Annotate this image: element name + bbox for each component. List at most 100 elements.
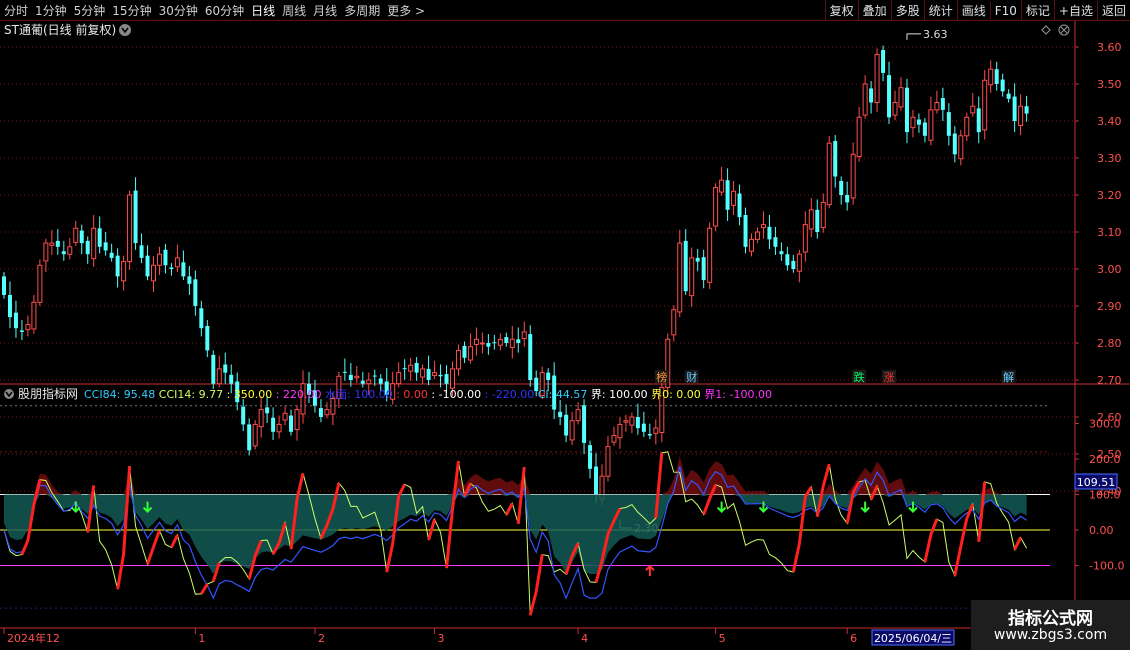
candlesticks[interactable] bbox=[2, 45, 1029, 506]
candle-body[interactable] bbox=[193, 279, 198, 306]
candle-body[interactable] bbox=[808, 209, 814, 230]
candle-body[interactable] bbox=[199, 308, 204, 329]
candle-body[interactable] bbox=[641, 423, 646, 432]
candle-body[interactable] bbox=[169, 267, 174, 269]
candle-body[interactable] bbox=[420, 368, 426, 378]
candle-body[interactable] bbox=[324, 409, 330, 416]
candle-body[interactable] bbox=[874, 53, 880, 103]
candle-body[interactable] bbox=[133, 190, 138, 244]
candle-body[interactable] bbox=[725, 180, 730, 210]
candle-body[interactable] bbox=[408, 364, 414, 372]
candle-body[interactable] bbox=[55, 240, 60, 247]
candle-body[interactable] bbox=[564, 414, 569, 436]
candle-body[interactable] bbox=[569, 420, 575, 441]
candle-body[interactable] bbox=[354, 375, 360, 379]
candle-body[interactable] bbox=[605, 446, 611, 477]
candle-body[interactable] bbox=[839, 180, 844, 195]
candle-body[interactable] bbox=[241, 406, 246, 425]
candle-body[interactable] bbox=[13, 312, 18, 329]
candle-body[interactable] bbox=[19, 330, 24, 332]
candle-body[interactable] bbox=[276, 423, 282, 433]
candle-body[interactable] bbox=[504, 337, 509, 343]
candle-body[interactable] bbox=[982, 79, 988, 131]
stock-chart[interactable]: 3.60 3.50 3.40 3.30 3.20 3.10 3.00 2.90 2.80 2.70… bbox=[0, 0, 1130, 650]
candle-body[interactable] bbox=[994, 69, 999, 84]
candle-body[interactable] bbox=[360, 380, 365, 384]
candle-body[interactable] bbox=[910, 116, 916, 129]
candle-body[interactable] bbox=[826, 142, 832, 206]
candle-body[interactable] bbox=[850, 153, 856, 199]
candle-body[interactable] bbox=[528, 334, 533, 380]
candle-body[interactable] bbox=[121, 261, 127, 282]
candle-body[interactable] bbox=[2, 276, 6, 295]
candle-body[interactable] bbox=[31, 301, 37, 330]
candle-body[interactable] bbox=[462, 345, 467, 358]
candle-body[interactable] bbox=[282, 412, 288, 421]
candle-body[interactable] bbox=[558, 411, 563, 417]
candle-body[interactable] bbox=[892, 102, 898, 116]
candle-body[interactable] bbox=[294, 409, 300, 431]
candle-body[interactable] bbox=[348, 374, 353, 380]
candle-body[interactable] bbox=[163, 249, 168, 266]
candle-body[interactable] bbox=[976, 108, 981, 133]
candle-body[interactable] bbox=[695, 257, 700, 262]
candle-body[interactable] bbox=[779, 251, 784, 255]
candle-body[interactable] bbox=[79, 230, 84, 244]
candle-body[interactable] bbox=[229, 374, 234, 384]
candle-body[interactable] bbox=[940, 98, 945, 110]
candle-body[interactable] bbox=[91, 227, 97, 260]
candle-body[interactable] bbox=[833, 140, 838, 177]
candle-body[interactable] bbox=[187, 276, 192, 284]
candle-body[interactable] bbox=[731, 190, 737, 206]
candle-body[interactable] bbox=[869, 88, 874, 103]
candle-body[interactable] bbox=[856, 116, 862, 158]
candle-body[interactable] bbox=[156, 253, 162, 266]
candle-body[interactable] bbox=[139, 245, 144, 258]
candle-body[interactable] bbox=[946, 112, 951, 136]
candle-body[interactable] bbox=[677, 242, 683, 313]
candle-body[interactable] bbox=[67, 246, 73, 255]
candle-body[interactable] bbox=[492, 342, 497, 344]
diamond-icon[interactable] bbox=[1041, 25, 1051, 35]
candle-body[interactable] bbox=[43, 242, 49, 262]
candle-body[interactable] bbox=[174, 257, 180, 268]
candle-body[interactable] bbox=[635, 417, 640, 429]
candle-body[interactable] bbox=[934, 102, 940, 111]
candle-body[interactable] bbox=[211, 354, 216, 384]
candle-body[interactable] bbox=[247, 424, 252, 451]
candle-body[interactable] bbox=[455, 349, 461, 370]
candle-body[interactable] bbox=[181, 262, 186, 277]
candle-body[interactable] bbox=[928, 109, 934, 141]
candle-body[interactable] bbox=[1024, 106, 1029, 114]
candle-body[interactable] bbox=[486, 343, 491, 347]
candle-body[interactable] bbox=[7, 294, 12, 318]
candle-body[interactable] bbox=[444, 374, 449, 384]
candle-body[interactable] bbox=[1018, 105, 1024, 126]
candle-body[interactable] bbox=[516, 339, 521, 343]
event-tag[interactable]: 榜 bbox=[656, 370, 667, 384]
candle-body[interactable] bbox=[289, 415, 294, 432]
indicator-dropdown-icon[interactable] bbox=[4, 389, 14, 399]
candle-body[interactable] bbox=[701, 257, 706, 281]
candle-body[interactable] bbox=[671, 309, 677, 336]
event-tag[interactable]: 财 bbox=[686, 370, 697, 384]
candle-body[interactable] bbox=[450, 368, 455, 389]
candle-body[interactable] bbox=[252, 423, 258, 447]
candle-body[interactable] bbox=[546, 372, 551, 380]
candle-body[interactable] bbox=[958, 135, 964, 160]
candle-body[interactable] bbox=[258, 409, 264, 428]
candle-body[interactable] bbox=[922, 122, 927, 136]
candle-body[interactable] bbox=[575, 409, 581, 422]
candle-body[interactable] bbox=[25, 324, 31, 331]
candle-body[interactable] bbox=[881, 49, 886, 73]
candle-body[interactable] bbox=[862, 83, 868, 116]
candle-body[interactable] bbox=[582, 405, 587, 443]
candle-body[interactable] bbox=[271, 417, 276, 432]
candle-body[interactable] bbox=[760, 224, 766, 229]
candle-body[interactable] bbox=[473, 338, 479, 345]
candle-body[interactable] bbox=[802, 224, 808, 253]
candle-body[interactable] bbox=[629, 416, 635, 426]
candle-body[interactable] bbox=[588, 445, 593, 469]
candle-body[interactable] bbox=[647, 434, 652, 436]
candle-body[interactable] bbox=[904, 87, 909, 133]
